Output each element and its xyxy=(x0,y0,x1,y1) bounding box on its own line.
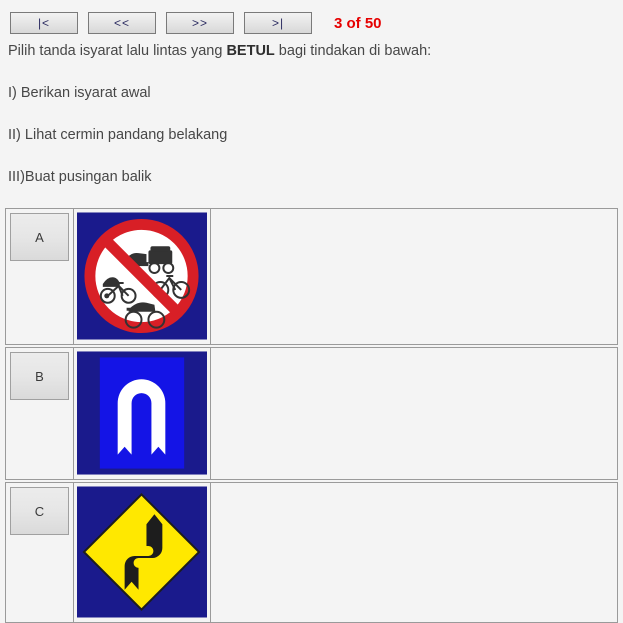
option-row-b[interactable]: B xyxy=(5,347,618,480)
option-image-cell-b xyxy=(74,348,211,479)
option-a-button[interactable]: A xyxy=(10,213,69,261)
option-row-a[interactable]: A xyxy=(5,208,618,345)
option-image-cell-a xyxy=(74,209,211,344)
next-button[interactable]: >> xyxy=(166,12,234,34)
option-row-c[interactable]: C xyxy=(5,482,618,623)
double-bend-warning-sign xyxy=(77,486,207,618)
question-step-3: III)Buat pusingan balik xyxy=(8,169,152,185)
option-letter-cell-a: A xyxy=(6,209,74,344)
question-prompt-before: Pilih tanda isyarat lalu lintas yang xyxy=(8,43,227,59)
option-blank-cell-a xyxy=(211,209,617,344)
first-button[interactable]: |< xyxy=(10,12,78,34)
option-letter-cell-c: C xyxy=(6,483,74,622)
question-step-2: II) Lihat cermin pandang belakang xyxy=(8,127,228,143)
last-button[interactable]: >| xyxy=(244,12,312,34)
option-blank-cell-c xyxy=(211,483,617,622)
previous-button[interactable]: << xyxy=(88,12,156,34)
option-blank-cell-b xyxy=(211,348,617,479)
option-image-cell-c xyxy=(74,483,211,622)
quiz-page: |< << >> >| 3 of 50 Pilih tanda isyarat … xyxy=(0,0,623,623)
no-slow-vehicles-sign xyxy=(77,212,207,340)
u-turn-sign xyxy=(77,351,207,475)
question-prompt: Pilih tanda isyarat lalu lintas yang BET… xyxy=(8,38,608,66)
option-letter-cell-b: B xyxy=(6,348,74,479)
question-step-1: I) Berikan isyarat awal xyxy=(8,85,151,101)
navigation-bar: |< << >> >| 3 of 50 xyxy=(0,0,623,38)
question-counter: 3 of 50 xyxy=(334,14,382,32)
question-prompt-emphasis: BETUL xyxy=(226,43,275,59)
question-prompt-after: bagi tindakan di bawah: xyxy=(274,43,432,59)
option-c-button[interactable]: C xyxy=(10,487,69,535)
question-block: Pilih tanda isyarat lalu lintas yang BET… xyxy=(8,38,608,192)
option-b-button[interactable]: B xyxy=(10,352,69,400)
